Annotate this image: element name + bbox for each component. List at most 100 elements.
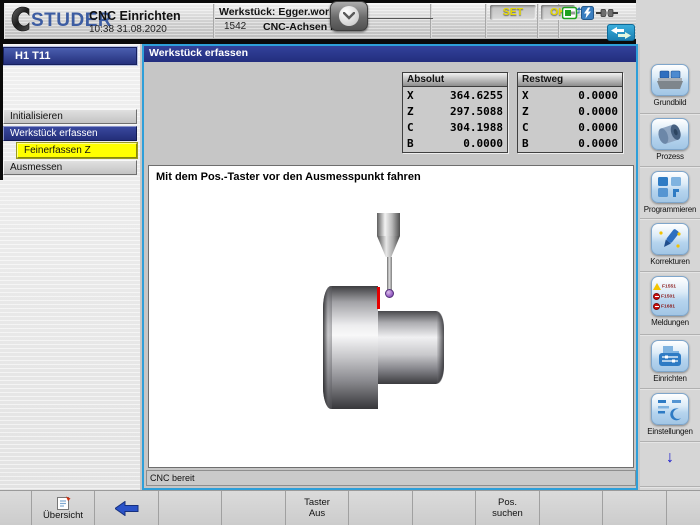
program-number: 1542 bbox=[224, 21, 246, 32]
dro-absolut-header: Absolut bbox=[403, 73, 507, 87]
chevron-down-icon bbox=[339, 6, 359, 26]
workpiece-small-cylinder bbox=[378, 311, 444, 384]
axis-label: X bbox=[407, 89, 414, 102]
axis-value: 0.0000 bbox=[463, 137, 503, 150]
messages-icon: F1551 F1501 F1681 bbox=[651, 276, 689, 316]
dro-row: X 364.6255 bbox=[403, 87, 507, 103]
sidebar-button-label: Meldungen bbox=[640, 318, 700, 327]
axis-value: 297.5088 bbox=[450, 105, 503, 118]
swap-arrows-icon bbox=[611, 27, 631, 39]
softkey-label: Pos. suchen bbox=[492, 498, 523, 519]
probe-taper bbox=[377, 236, 400, 257]
top-bar-divider bbox=[537, 4, 539, 38]
sidebar-separator bbox=[640, 486, 700, 488]
sidebar-button-label: Programmieren bbox=[640, 205, 700, 214]
dro-absolut: Absolut X 364.6255 Z 297.5088 C 304.1988… bbox=[402, 72, 508, 153]
sidebar-separator bbox=[640, 441, 700, 443]
sidebar-button-einstellungen[interactable]: Einstellungen bbox=[640, 393, 700, 436]
axis-label: X bbox=[522, 89, 529, 102]
axis-value: 0.0000 bbox=[578, 121, 618, 134]
softkey-edge bbox=[0, 491, 32, 525]
expand-header-button[interactable] bbox=[330, 1, 368, 31]
sidebar-button-grundbild[interactable]: Grundbild bbox=[640, 64, 700, 107]
sidebar-button-label: Grundbild bbox=[640, 98, 700, 107]
sidebar-item-feinerfassen-z[interactable]: Feinerfassen Z bbox=[17, 143, 137, 158]
message-code: F1681 bbox=[661, 303, 675, 309]
softkey-edge bbox=[667, 491, 700, 525]
softkey-uebersicht[interactable]: Übersicht bbox=[32, 491, 95, 525]
softkey-empty bbox=[603, 491, 667, 525]
axis-label: Z bbox=[407, 105, 414, 118]
top-bar-divider bbox=[430, 4, 432, 38]
screen-bezel-edge bbox=[0, 0, 3, 180]
warning-triangle-icon bbox=[653, 283, 661, 290]
measure-edge-highlight bbox=[377, 287, 380, 309]
sidebar-separator bbox=[640, 166, 700, 168]
sidebar-button-prozess[interactable]: Prozess bbox=[640, 118, 700, 161]
cnc-ready-status: CNC bereit bbox=[146, 470, 636, 486]
softkey-back[interactable] bbox=[95, 491, 159, 525]
message-code: F1501 bbox=[661, 293, 675, 299]
sidebar-item-ausmessen[interactable]: Ausmessen bbox=[3, 160, 137, 175]
dro-row: C 304.1988 bbox=[403, 119, 507, 135]
main-panel-title: Werkstück erfassen bbox=[144, 46, 636, 62]
set-button[interactable]: SET bbox=[490, 5, 536, 20]
sidebar-separator bbox=[640, 334, 700, 336]
dro-row: X 0.0000 bbox=[518, 87, 622, 103]
sidebar-button-meldungen[interactable]: F1551 F1501 F1681 Meldungen bbox=[640, 276, 700, 327]
softkey-pos-suchen[interactable]: Pos. suchen bbox=[476, 491, 540, 525]
sidebar-item-werkstueck-erfassen[interactable]: Werkstück erfassen bbox=[3, 126, 137, 141]
softkey-label: Übersicht bbox=[43, 511, 83, 522]
axis-value: 364.6255 bbox=[450, 89, 503, 102]
probe-stem bbox=[387, 257, 392, 290]
error-circle-icon bbox=[653, 293, 660, 300]
top-bar-divider bbox=[485, 4, 487, 38]
setup-icon bbox=[651, 340, 689, 372]
sidebar-separator bbox=[640, 113, 700, 115]
machine-icon bbox=[651, 64, 689, 96]
sidebar-button-label: Prozess bbox=[640, 152, 700, 161]
top-bar: STUDER CNC Einrichten 10:38 31.08.2020 W… bbox=[0, 0, 700, 44]
softkey-taster-aus[interactable]: Taster Aus bbox=[286, 491, 349, 525]
axis-label: C bbox=[407, 121, 414, 134]
axis-value: 0.0000 bbox=[578, 137, 618, 150]
axis-label: Z bbox=[522, 105, 529, 118]
axis-value: 304.1988 bbox=[450, 121, 503, 134]
dro-restweg: Restweg X 0.0000 Z 0.0000 C 0.0000 B 0.0… bbox=[517, 72, 623, 153]
scroll-down-arrow[interactable]: ↓ bbox=[640, 448, 700, 468]
sidebar-button-label: Einrichten bbox=[640, 374, 700, 383]
bottom-softkey-bar: Übersicht Taster Aus Pos. suchen bbox=[0, 490, 700, 525]
sidebar-button-programmieren[interactable]: Programmieren bbox=[640, 171, 700, 214]
top-bar-divider bbox=[213, 4, 215, 38]
spindle-tool-header: H1 T11 bbox=[3, 47, 137, 65]
corrections-icon bbox=[651, 223, 689, 255]
dro-row: B 0.0000 bbox=[403, 135, 507, 151]
dro-restweg-header: Restweg bbox=[518, 73, 622, 87]
sidebar-item-initialisieren[interactable]: Initialisieren bbox=[3, 109, 137, 124]
connector-icon bbox=[596, 7, 618, 19]
error-circle-icon bbox=[653, 303, 660, 310]
softkey-empty bbox=[540, 491, 603, 525]
sidebar-button-einrichten[interactable]: Einrichten bbox=[640, 340, 700, 383]
right-sidebar: Grundbild Prozess bbox=[640, 0, 700, 490]
sidebar-button-korrekturen[interactable]: Korrekturen bbox=[640, 223, 700, 266]
sidebar-separator bbox=[640, 271, 700, 273]
cnc-screen: STUDER CNC Einrichten 10:38 31.08.2020 W… bbox=[0, 0, 700, 525]
softkey-label: Taster Aus bbox=[304, 498, 330, 519]
overview-icon bbox=[56, 496, 71, 511]
main-panel: Werkstück erfassen Absolut X 364.6255 Z … bbox=[142, 44, 638, 490]
swap-view-button[interactable] bbox=[607, 24, 635, 41]
axis-label: B bbox=[407, 137, 414, 150]
sidebar-separator bbox=[640, 388, 700, 390]
instruction-text: Mit dem Pos.-Taster vor den Ausmesspunkt… bbox=[156, 171, 421, 183]
sidebar-button-label: Einstellungen bbox=[640, 427, 700, 436]
softkey-empty bbox=[222, 491, 286, 525]
dro-row: B 0.0000 bbox=[518, 135, 622, 151]
studer-logo-icon bbox=[9, 5, 30, 32]
workpiece-large-cylinder-end bbox=[323, 286, 332, 409]
sidebar-button-label: Korrekturen bbox=[640, 257, 700, 266]
workpiece-underline bbox=[215, 18, 433, 19]
axis-label: C bbox=[522, 121, 529, 134]
probe-shaft bbox=[377, 213, 400, 236]
workpiece-small-cylinder-end bbox=[437, 311, 444, 384]
